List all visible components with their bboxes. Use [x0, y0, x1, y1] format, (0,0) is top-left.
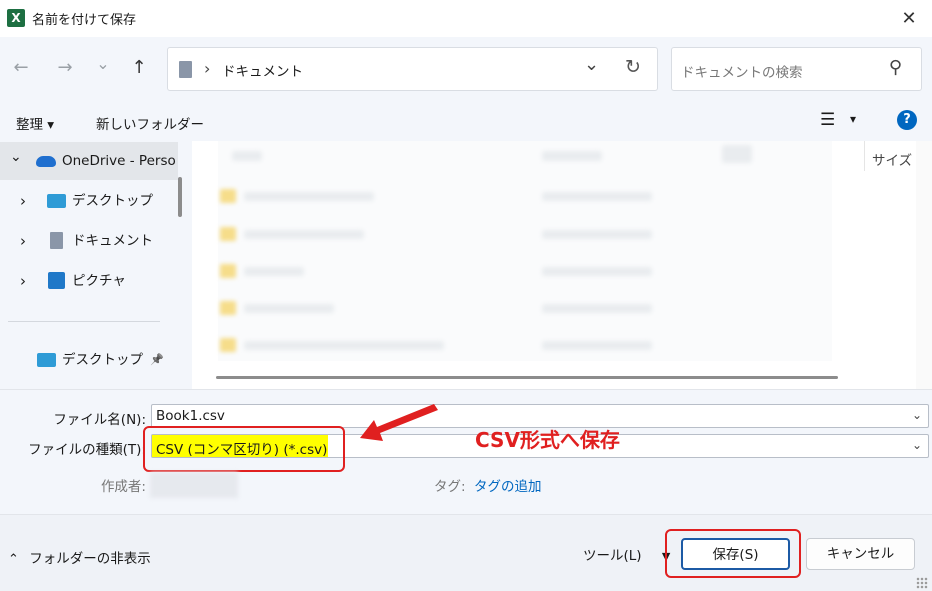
search-icon[interactable]: ⚲ [889, 57, 902, 78]
folder-icon [220, 227, 236, 241]
list-item[interactable] [244, 192, 374, 201]
view-options-icon[interactable]: ☰ [820, 110, 835, 130]
sidebar-item-pictures[interactable]: › ピクチャ [0, 262, 178, 300]
list-item[interactable] [542, 304, 652, 313]
sidebar-scrollbar[interactable] [178, 177, 182, 217]
sidebar-item-label: ピクチャ [72, 273, 126, 289]
expand-chevron-icon[interactable]: › [20, 182, 26, 220]
hide-folders-toggle[interactable]: ⌃ フォルダーの非表示 [8, 547, 151, 567]
filename-label: ファイル名(N): [53, 412, 146, 428]
excel-icon: X [7, 9, 25, 27]
expand-chevron-icon[interactable]: › [20, 222, 26, 260]
title-bar: X 名前を付けて保存 ✕ [0, 0, 932, 37]
sidebar-item-documents[interactable]: › ドキュメント [0, 222, 178, 260]
list-item[interactable] [244, 341, 444, 350]
tools-menu[interactable]: ツール(L) ▼ [583, 544, 670, 564]
sidebar-item-desktop[interactable]: › デスクトップ [0, 182, 178, 220]
annotation-arrow [360, 404, 438, 441]
sidebar-divider [8, 321, 160, 322]
help-icon[interactable]: ? [897, 110, 917, 130]
close-button[interactable]: ✕ [896, 6, 922, 32]
filetype-annotation-box [143, 426, 345, 472]
author-label: 作成者: [100, 479, 146, 495]
sidebar-item-label: OneDrive - Perso [62, 153, 176, 169]
search-input[interactable]: ドキュメントの検索 [681, 61, 803, 81]
back-icon[interactable]: ← [8, 55, 34, 81]
dialog-footer: ⌃ フォルダーの非表示 ツール(L) ▼ 保存(S) キャンセル [0, 514, 932, 591]
recent-locations-chevron-icon[interactable]: ⌄ [90, 51, 116, 77]
desktop-icon [37, 353, 56, 367]
view-dropdown-icon[interactable]: ▾ [850, 112, 856, 126]
sidebar-item-label: ドキュメント [72, 233, 153, 249]
list-item[interactable] [244, 304, 334, 313]
blurred-region [218, 141, 832, 361]
folder-icon [220, 301, 236, 315]
new-folder-button[interactable]: 新しいフォルダー [96, 113, 204, 133]
pictures-icon [48, 272, 65, 289]
expand-chevron-icon[interactable]: ⌄ [10, 142, 22, 176]
list-item[interactable] [542, 267, 652, 276]
search-box[interactable]: ドキュメントの検索 ⚲ [671, 47, 922, 91]
tools-label: ツール(L) [583, 548, 642, 564]
sidebar-item-onedrive[interactable]: ⌄ OneDrive - Perso [0, 142, 178, 180]
address-bar[interactable]: › ドキュメント ⌄ ↻ [167, 47, 658, 91]
document-icon [50, 232, 63, 249]
address-dropdown-icon[interactable]: ⌄ [584, 54, 599, 75]
desktop-icon [47, 194, 66, 208]
column-header-size[interactable]: サイズ [872, 149, 912, 169]
horizontal-scrollbar[interactable] [216, 376, 838, 379]
file-list: サイズ [192, 141, 932, 389]
column-header[interactable] [722, 145, 752, 163]
list-item[interactable] [244, 267, 304, 276]
save-options-panel: ファイル名(N): Book1.csv ⌄ ファイルの種類(T): CSV (コ… [0, 389, 932, 514]
column-header[interactable] [232, 151, 262, 161]
vertical-scrollbar-track [916, 141, 932, 389]
organize-button[interactable]: 整理 ▾ [16, 113, 54, 133]
chevron-down-icon[interactable]: ⌄ [912, 408, 922, 422]
hide-folders-label: フォルダーの非表示 [29, 551, 151, 567]
arrow-shape [360, 404, 438, 441]
filename-value[interactable]: Book1.csv [156, 408, 225, 424]
list-item[interactable] [542, 341, 652, 350]
column-header[interactable] [542, 151, 602, 161]
folder-icon [220, 338, 236, 352]
cancel-button[interactable]: キャンセル [806, 538, 915, 570]
list-item[interactable] [542, 192, 652, 201]
tags-label: タグ: [434, 479, 466, 495]
breadcrumb-separator: › [204, 59, 211, 78]
column-divider [864, 141, 865, 171]
cloud-icon [36, 156, 56, 167]
refresh-icon[interactable]: ↻ [625, 56, 641, 78]
document-icon [179, 61, 192, 78]
command-bar: 整理 ▾ 新しいフォルダー ☰ ▾ ? [0, 101, 932, 141]
pin-icon[interactable]: 📌 [150, 341, 164, 379]
folder-icon [220, 189, 236, 203]
forward-icon[interactable]: → [52, 55, 78, 81]
save-annotation-box [665, 529, 801, 578]
sidebar-item-label: デスクトップ [72, 193, 153, 209]
list-item[interactable] [542, 230, 652, 239]
navigation-pane: ⌄ OneDrive - Perso › デスクトップ › ドキュメント › ピ… [0, 141, 192, 389]
tags-add-link[interactable]: タグの追加 [474, 475, 542, 495]
expand-chevron-icon[interactable]: › [20, 262, 26, 300]
filetype-label: ファイルの種類(T): [28, 442, 146, 458]
quick-access-desktop[interactable]: デスクトップ 📌 [0, 341, 176, 379]
chevron-down-icon[interactable]: ⌄ [912, 438, 922, 452]
window-title: 名前を付けて保存 [32, 13, 137, 28]
list-item[interactable] [244, 230, 364, 239]
resize-grip-icon[interactable] [916, 577, 928, 589]
annotation-text: CSV形式へ保存 [475, 428, 620, 452]
folder-icon [220, 264, 236, 278]
up-icon[interactable]: ↑ [126, 55, 152, 81]
sidebar-item-label: デスクトップ [62, 352, 143, 368]
breadcrumb[interactable]: ドキュメント [222, 60, 303, 80]
author-value-blurred[interactable] [150, 472, 238, 498]
chevron-up-icon: ⌃ [8, 552, 19, 567]
